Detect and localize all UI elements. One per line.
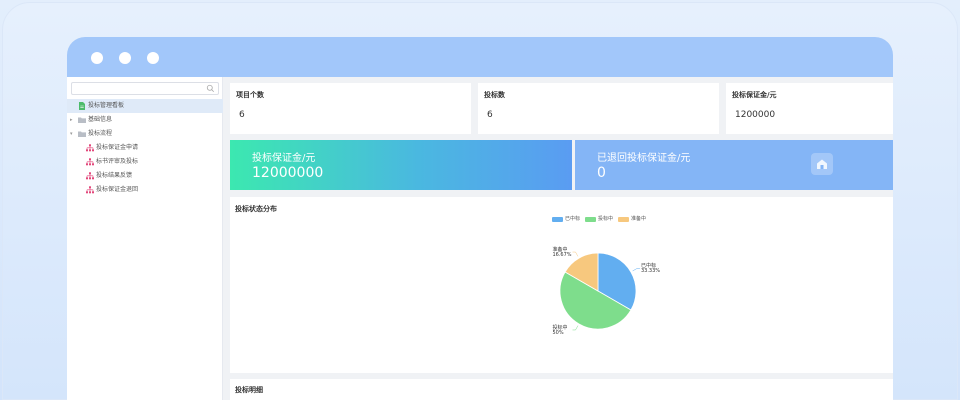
org-chart-icon xyxy=(86,144,94,152)
sidebar-item-dashboard[interactable]: 投标管理看板 xyxy=(67,99,223,113)
org-chart-icon xyxy=(86,158,94,166)
banner-value: 12000000 xyxy=(252,165,324,181)
stat-card-projects: 项目个数 6 xyxy=(230,83,471,134)
sidebar-item-label: 标书评审及投标 xyxy=(96,158,139,165)
legend-swatch xyxy=(618,217,629,222)
window-dot-2[interactable] xyxy=(119,52,131,64)
stat-title: 投标保证金/元 xyxy=(732,91,777,99)
status-chart-card: 投标状态分布 已中标 投标中 准备中 已中标 33.33% 投标中 50% 准备中 16.67… xyxy=(230,197,893,373)
pie-slice-percent: 33.33% xyxy=(640,268,661,275)
sidebar-search xyxy=(71,82,219,102)
stat-card-deposit: 投标保证金/元 1200000 xyxy=(726,83,893,134)
banner-title: 已退回投标保证金/元 xyxy=(597,153,691,164)
sidebar-item-result-feedback[interactable]: 投标结果反馈 xyxy=(67,169,223,183)
window-dot-3[interactable] xyxy=(147,52,159,64)
sidebar-item-label: 投标流程 xyxy=(88,130,113,137)
banner-value: 0 xyxy=(597,165,606,181)
home-icon xyxy=(811,153,833,175)
sidebar-item-bid-process[interactable]: ▾ 投标流程 xyxy=(67,127,223,141)
pie-slice-label: 准备中 16.67% xyxy=(552,248,571,258)
sidebar-item-deposit-apply[interactable]: 投标保证金申请 xyxy=(67,141,223,155)
bid-detail-card: 投标明细 xyxy=(230,379,893,400)
search-icon[interactable] xyxy=(206,84,215,93)
sidebar-item-review-bid[interactable]: 标书评审及投标 xyxy=(67,155,223,169)
legend-label: 准备中 xyxy=(631,216,647,222)
stat-value: 6 xyxy=(239,110,245,120)
org-chart-icon xyxy=(86,186,94,194)
sidebar-item-deposit-return[interactable]: 投标保证金退回 xyxy=(67,183,223,197)
chevron-down-icon[interactable]: ▾ xyxy=(70,127,73,141)
sidebar-tree: 投标管理看板 ▸ 基础信息 ▾ 投标流程 投标保证金申请 标书评审及投标 投标结… xyxy=(67,99,223,197)
folder-icon xyxy=(78,117,86,123)
app-window: 投标管理看板 ▸ 基础信息 ▾ 投标流程 投标保证金申请 标书评审及投标 投标结… xyxy=(67,37,893,400)
title-bar xyxy=(67,37,893,77)
sidebar-item-label: 投标管理看板 xyxy=(88,102,125,109)
pie-slice-label: 已中标 33.33% xyxy=(641,264,660,274)
banner-title: 投标保证金/元 xyxy=(252,153,316,164)
pie-label-line xyxy=(632,268,640,272)
org-chart-icon xyxy=(86,172,94,180)
sidebar-item-label: 投标保证金退回 xyxy=(96,186,139,193)
banner-deposit-returned: 已退回投标保证金/元 0 xyxy=(575,140,893,190)
stat-value: 1200000 xyxy=(735,110,776,120)
sidebar: 投标管理看板 ▸ 基础信息 ▾ 投标流程 投标保证金申请 标书评审及投标 投标结… xyxy=(67,77,223,400)
stat-title: 投标数 xyxy=(484,91,505,99)
pie-label-line xyxy=(572,251,579,257)
window-dot-1[interactable] xyxy=(91,52,103,64)
legend-swatch xyxy=(585,217,596,222)
legend-label: 已中标 xyxy=(565,216,581,222)
legend-label: 投标中 xyxy=(598,216,614,222)
chevron-right-icon[interactable]: ▸ xyxy=(70,113,73,127)
chart-title: 投标状态分布 xyxy=(235,205,277,213)
sidebar-item-label: 投标结果反馈 xyxy=(96,172,133,179)
stat-title: 项目个数 xyxy=(236,91,264,99)
pie-label-line xyxy=(572,325,579,331)
main-content: 项目个数 6 投标数 6 投标保证金/元 1200000 投标保证金/元 120… xyxy=(223,77,893,400)
sidebar-item-basic-info[interactable]: ▸ 基础信息 xyxy=(67,113,223,127)
document-icon xyxy=(79,102,85,110)
legend-swatch xyxy=(552,217,563,222)
detail-title: 投标明细 xyxy=(235,386,263,394)
sidebar-item-label: 投标保证金申请 xyxy=(96,144,139,151)
banner-deposit-total: 投标保证金/元 12000000 xyxy=(230,140,572,190)
stat-card-bids: 投标数 6 xyxy=(478,83,719,134)
pie-slice-label: 投标中 50% xyxy=(552,325,568,336)
stat-value: 6 xyxy=(487,110,493,120)
folder-icon xyxy=(78,131,86,137)
pie-slice-percent: 16.67% xyxy=(552,252,572,259)
pie-slice-percent: 50% xyxy=(552,329,564,336)
sidebar-item-label: 基础信息 xyxy=(88,116,113,123)
